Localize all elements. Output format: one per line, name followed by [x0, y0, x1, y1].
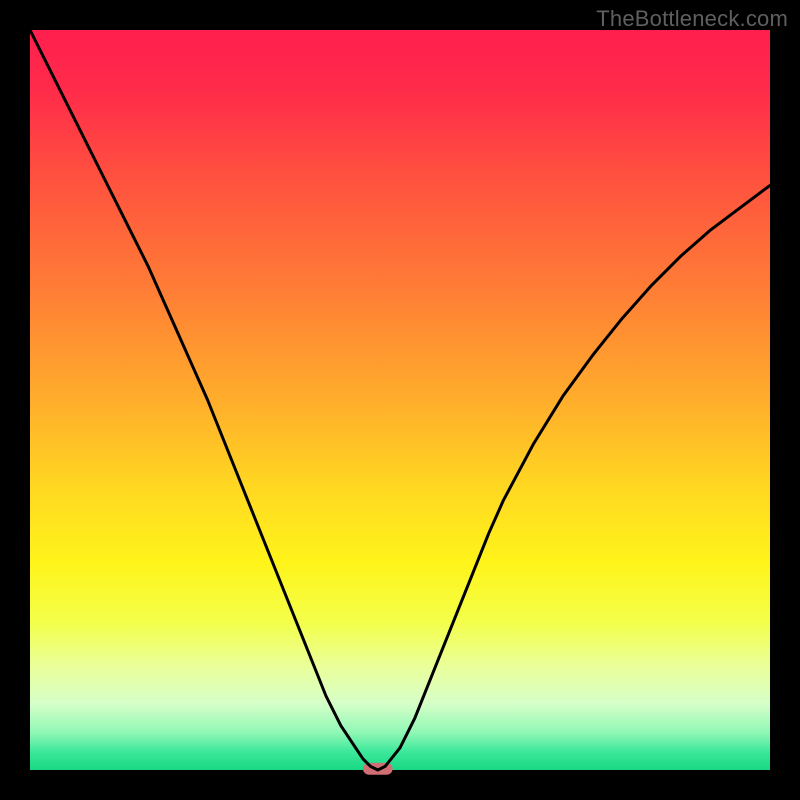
plot-background	[30, 30, 770, 770]
chart-stage: TheBottleneck.com	[0, 0, 800, 800]
watermark-text: TheBottleneck.com	[596, 6, 788, 32]
bottleneck-chart	[0, 0, 800, 800]
